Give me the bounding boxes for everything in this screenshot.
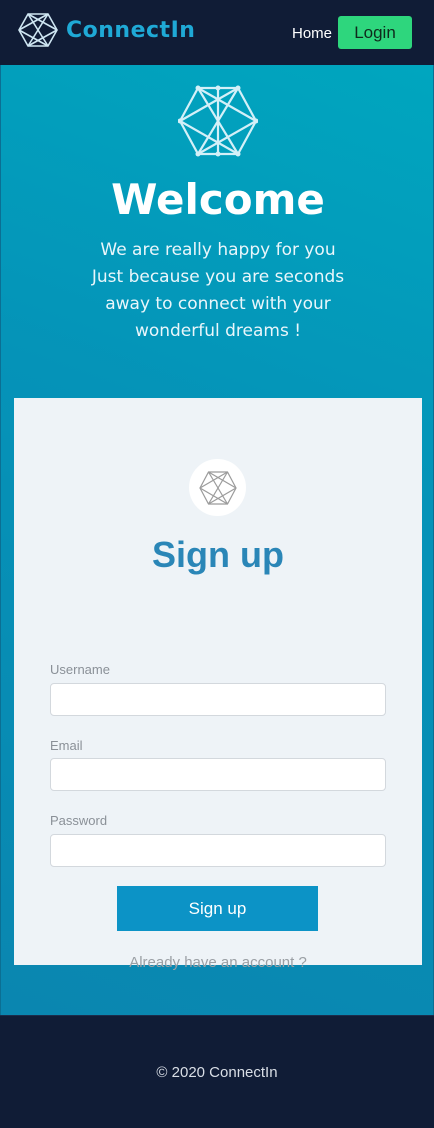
signup-title: Sign up bbox=[152, 534, 284, 575]
hero-line: Just because you are seconds bbox=[91, 267, 345, 287]
hero-section: Welcome We are really happy for you Just… bbox=[0, 65, 434, 1015]
already-have-account-link[interactable]: Already have an account ? bbox=[14, 954, 422, 971]
password-field[interactable] bbox=[50, 834, 386, 867]
hero-line: wonderful dreams ! bbox=[134, 321, 302, 341]
hero-title: Welcome bbox=[111, 175, 325, 224]
nav-home-link[interactable]: Home bbox=[292, 25, 332, 42]
footer: © 2020 ConnectIn bbox=[0, 1015, 434, 1128]
username-label: Username bbox=[50, 662, 110, 677]
email-field[interactable] bbox=[50, 758, 386, 791]
hexagon-network-icon bbox=[178, 85, 258, 157]
signup-card: Sign up Username Email Password Sign up … bbox=[14, 398, 422, 971]
brand-name[interactable]: ConnectIn bbox=[66, 18, 195, 43]
copyright-text: © 2020 ConnectIn bbox=[156, 1064, 278, 1081]
email-label: Email bbox=[50, 738, 83, 753]
hero-line: We are really happy for you bbox=[100, 240, 336, 260]
username-field[interactable] bbox=[50, 683, 386, 716]
signup-logo bbox=[189, 459, 246, 516]
password-label: Password bbox=[50, 813, 108, 828]
navbar: ConnectIn Home Login bbox=[0, 0, 434, 65]
hero-message: We are really happy for you Just because… bbox=[71, 237, 365, 345]
hero-line: away to connect with your bbox=[105, 294, 331, 314]
hexagon-network-icon bbox=[198, 470, 237, 505]
login-button[interactable]: Login bbox=[338, 16, 412, 49]
signup-submit-button[interactable]: Sign up bbox=[117, 886, 318, 931]
hexagon-network-icon[interactable] bbox=[18, 12, 58, 48]
